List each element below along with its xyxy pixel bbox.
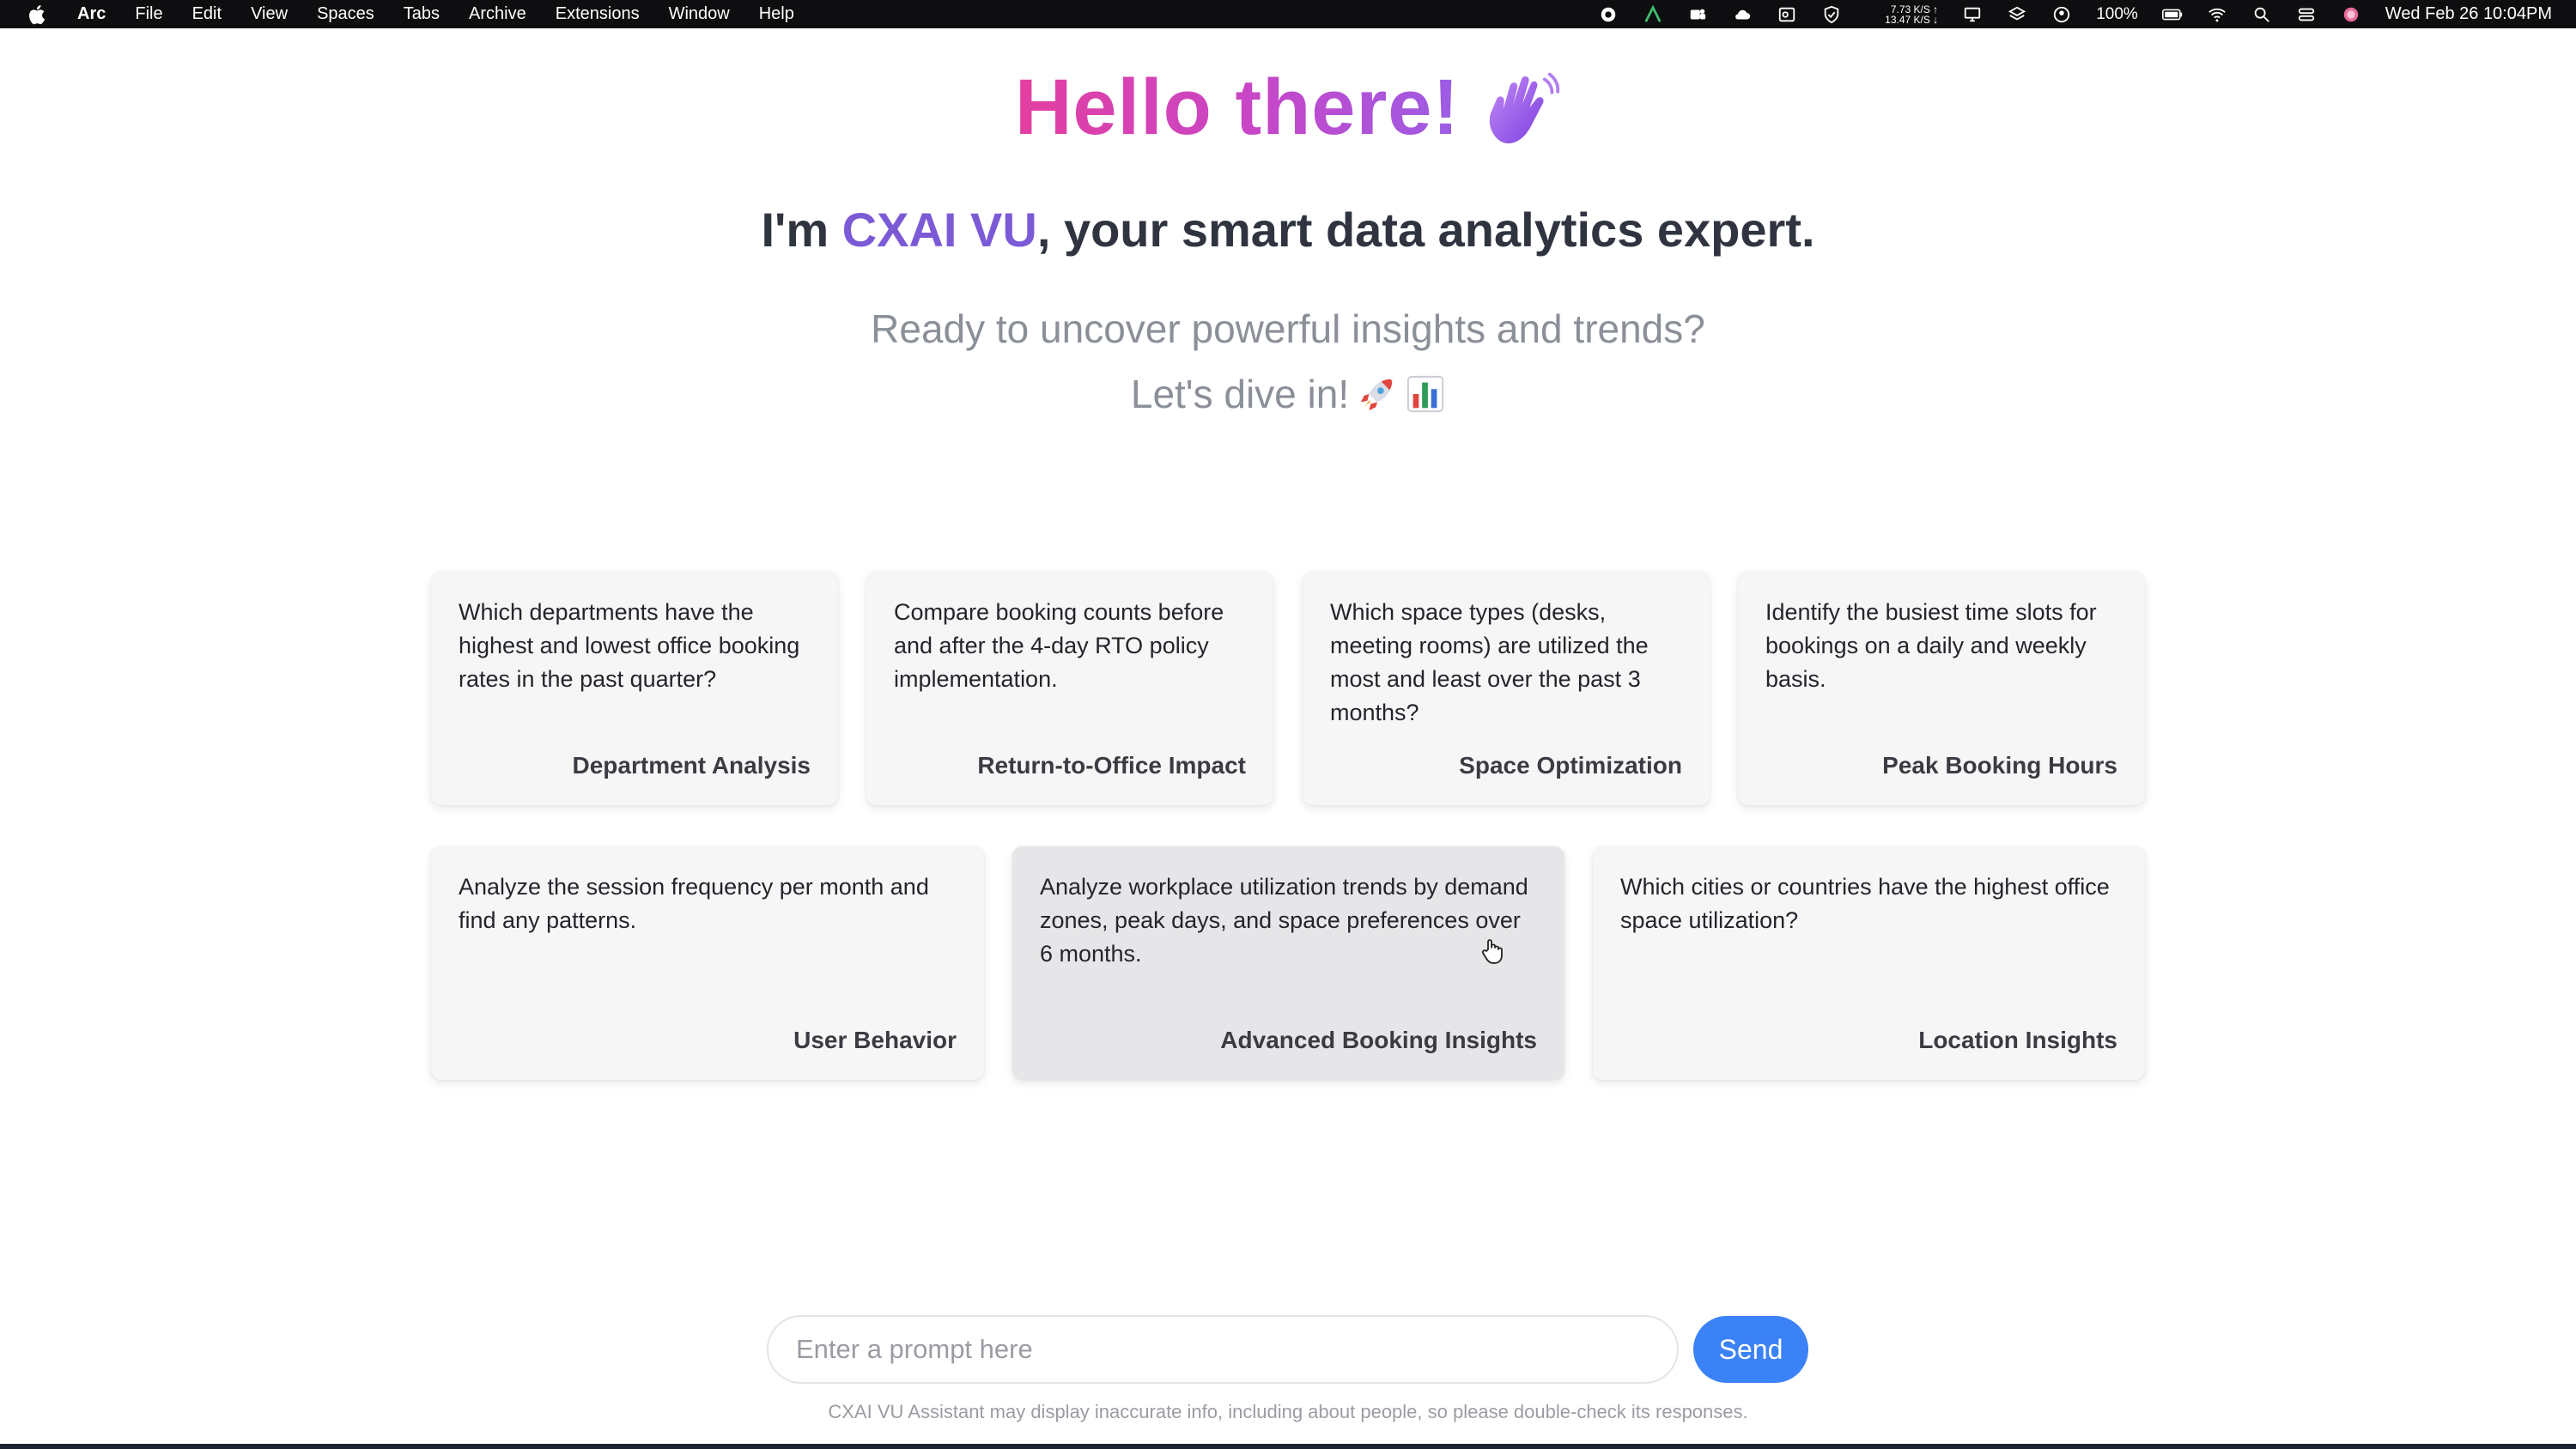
card-question: Analyze workplace utilization trends by … [1040, 874, 1528, 967]
menu-bar: Arc File Edit View Spaces Tabs Archive E… [0, 0, 2576, 28]
rocket-icon [1360, 379, 1393, 411]
layers-icon[interactable] [2007, 5, 2027, 24]
display-icon[interactable] [1962, 5, 1983, 24]
spotlight-search-icon[interactable] [2251, 5, 2272, 24]
send-button[interactable]: Send [1693, 1316, 1808, 1383]
suggestion-card-location-insights[interactable]: Which cities or countries have the highe… [1593, 846, 2145, 1080]
suggestion-card-user-behavior[interactable]: Analyze the session frequency per month … [431, 846, 984, 1080]
net-up-value: 7.73 K/S ↑ [1890, 3, 1939, 15]
hero-cta-text: Let's dive in! [1130, 372, 1350, 416]
card-title: Space Optimization [1459, 752, 1682, 779]
brand-name: CXAI VU [841, 203, 1037, 257]
card-question: Which departments have the highest and l… [459, 599, 800, 692]
hero-subtitle-prefix: I'm [761, 203, 842, 257]
siri-icon[interactable] [2341, 5, 2361, 24]
cloud-icon[interactable] [1732, 5, 1753, 24]
wifi-icon[interactable] [2207, 5, 2227, 24]
menu-view[interactable]: View [251, 4, 288, 24]
prompt-input[interactable] [767, 1315, 1679, 1384]
suggestion-card-peak-booking-hours[interactable]: Identify the busiest time slots for book… [1738, 572, 2145, 805]
menu-window[interactable]: Window [669, 4, 730, 24]
card-question: Which space types (desks, meeting rooms)… [1330, 599, 1649, 725]
menu-edit[interactable]: Edit [192, 4, 222, 24]
card-title: User Behavior [793, 1027, 957, 1053]
network-speed: 7.73 K/S ↑ 13.47 K/S ↓ [1866, 4, 1938, 25]
menu-app-name[interactable]: Arc [77, 4, 106, 24]
card-question: Analyze the session frequency per month … [459, 874, 929, 933]
hero-subtitle: I'm CXAI VU, your smart data analytics e… [0, 197, 2576, 263]
menu-tabs[interactable]: Tabs [404, 4, 440, 24]
card-title: Advanced Booking Insights [1220, 1027, 1537, 1053]
battery-percent: 100% [2096, 4, 2138, 23]
suggestion-card-space-optimization[interactable]: Which space types (desks, meeting rooms)… [1303, 572, 1710, 805]
bar-chart-icon [1407, 375, 1444, 413]
card-title: Return-to-Office Impact [977, 752, 1246, 779]
waving-hand-icon [1489, 72, 1560, 144]
card-title: Peak Booking Hours [1882, 752, 2117, 779]
menu-help[interactable]: Help [759, 4, 794, 24]
arc-status-icon[interactable] [1643, 4, 1663, 24]
hand-pointer-cursor-icon [1481, 939, 1503, 964]
menu-archive[interactable]: Archive [469, 4, 526, 24]
window-bottom-edge [0, 1444, 2576, 1449]
suggestion-card-return-to-office-impact[interactable]: Compare booking counts before and after … [866, 572, 1273, 805]
hero-subtitle-suffix: , your smart data analytics expert. [1036, 203, 1815, 257]
card-title: Department Analysis [572, 752, 811, 779]
apple-logo-icon[interactable] [26, 3, 46, 26]
card-question: Identify the busiest time slots for book… [1765, 599, 2097, 692]
disclaimer-text: CXAI VU Assistant may display inaccurate… [828, 1401, 1748, 1422]
suggestion-card-department-analysis[interactable]: Which departments have the highest and l… [431, 572, 838, 805]
card-question: Which cities or countries have the highe… [1620, 874, 2110, 933]
hero-tagline: Ready to uncover powerful insights and t… [871, 306, 1705, 351]
outlook-icon[interactable] [1777, 5, 1797, 24]
hero-cta-line: Let's dive in! [1131, 362, 1445, 426]
card-title: Location Insights [1918, 1027, 2117, 1053]
menu-spaces[interactable]: Spaces [317, 4, 374, 24]
user-circle-icon[interactable] [2051, 5, 2072, 24]
shield-icon[interactable] [1821, 5, 1842, 24]
teams-icon[interactable] [1687, 5, 1708, 24]
hero-section: Hello there! I'm CXAI VU, your smart dat… [0, 52, 2576, 426]
menu-file[interactable]: File [135, 4, 162, 24]
menu-extensions[interactable]: Extensions [556, 4, 640, 24]
net-down-value: 13.47 K/S ↓ [1885, 13, 1939, 26]
control-center-icon[interactable] [2296, 5, 2317, 24]
hero-title: Hello there! [1015, 52, 1561, 163]
hero-title-text: Hello there! [1015, 52, 1460, 163]
record-icon[interactable] [1598, 5, 1619, 24]
battery-icon[interactable] [2161, 5, 2183, 24]
menu-clock[interactable]: Wed Feb 26 10:04PM [2385, 4, 2552, 24]
card-question: Compare booking counts before and after … [894, 599, 1224, 692]
